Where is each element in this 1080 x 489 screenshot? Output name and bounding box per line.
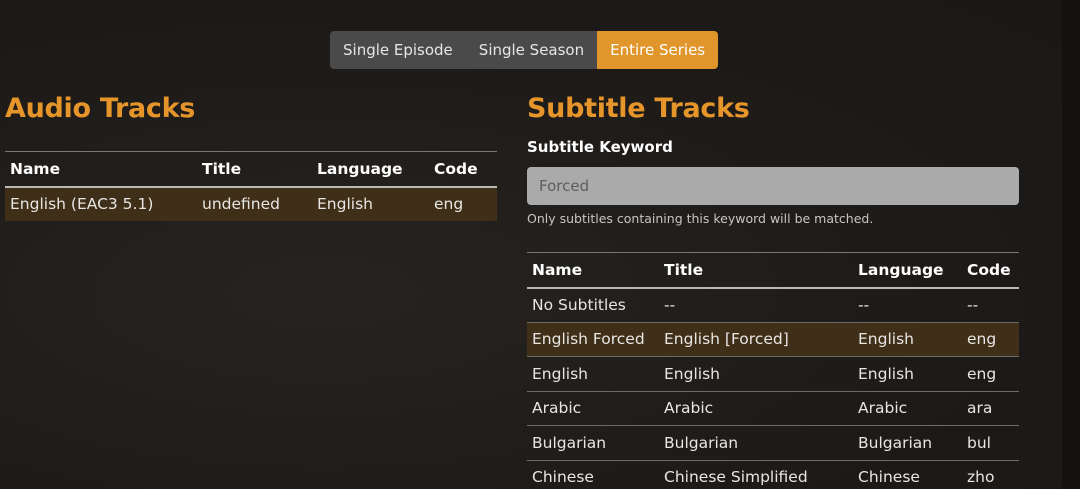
column-header-language: Language — [312, 151, 429, 188]
cell-language: English — [853, 322, 962, 357]
subtitle-keyword-input[interactable] — [527, 167, 1019, 205]
cell-title: -- — [659, 287, 853, 323]
cell-code: eng — [962, 322, 1019, 357]
column-header-code: Code — [962, 252, 1019, 289]
table-row[interactable]: No Subtitles -- -- -- — [527, 287, 1019, 323]
table-row[interactable]: English English English eng — [527, 356, 1019, 392]
cell-title: Chinese Simplified — [659, 460, 853, 489]
cell-name: English — [527, 356, 659, 392]
cell-language: English — [853, 356, 962, 392]
column-header-language: Language — [853, 252, 962, 289]
cell-language: English — [312, 186, 429, 221]
column-header-title: Title — [659, 252, 853, 289]
table-row[interactable]: Chinese Chinese Simplified Chinese zho — [527, 460, 1019, 489]
table-row[interactable]: English Forced English [Forced] English eng — [527, 322, 1019, 357]
cell-name: Bulgarian — [527, 425, 659, 461]
page-edge — [1062, 0, 1080, 489]
audio-tracks-heading: Audio Tracks — [5, 93, 196, 124]
cell-code: ara — [962, 391, 1019, 426]
cell-title: Bulgarian — [659, 425, 853, 461]
table-row[interactable]: Arabic Arabic Arabic ara — [527, 391, 1019, 426]
subtitle-keyword-help: Only subtitles containing this keyword w… — [527, 211, 874, 226]
subtitle-tracks-heading: Subtitle Tracks — [527, 93, 750, 124]
cell-title: Arabic — [659, 391, 853, 426]
cell-language: Bulgarian — [853, 425, 962, 461]
column-header-name: Name — [5, 151, 197, 188]
cell-title: undefined — [197, 186, 312, 221]
cell-name: English (EAC3 5.1) — [5, 186, 197, 221]
cell-name: Arabic — [527, 391, 659, 426]
cell-code: eng — [962, 356, 1019, 392]
single-episode-button[interactable]: Single Episode — [330, 31, 466, 69]
subtitle-keyword-label: Subtitle Keyword — [527, 138, 673, 156]
cell-language: -- — [853, 287, 962, 323]
column-header-name: Name — [527, 252, 659, 289]
cell-title: English — [659, 356, 853, 392]
column-header-code: Code — [429, 151, 497, 188]
table-header-row: Name Title Language Code — [527, 252, 1019, 289]
table-row[interactable]: English (EAC3 5.1) undefined English eng — [5, 186, 497, 221]
cell-language: Chinese — [853, 460, 962, 489]
cell-title: English [Forced] — [659, 322, 853, 357]
audio-tracks-table: Name Title Language Code English (EAC3 5… — [5, 151, 497, 221]
single-season-button[interactable]: Single Season — [465, 31, 598, 69]
cell-language: Arabic — [853, 391, 962, 426]
column-header-title: Title — [197, 151, 312, 188]
table-header-row: Name Title Language Code — [5, 151, 497, 188]
cell-name: English Forced — [527, 322, 659, 357]
cell-code: bul — [962, 425, 1019, 461]
scope-selector: Single Episode Single Season Entire Seri… — [330, 31, 719, 69]
table-row[interactable]: Bulgarian Bulgarian Bulgarian bul — [527, 425, 1019, 461]
cell-code: -- — [962, 287, 1019, 323]
entire-series-button[interactable]: Entire Series — [597, 31, 719, 69]
cell-code: eng — [429, 186, 497, 221]
subtitle-tracks-table: Name Title Language Code No Subtitles -- -… — [527, 252, 1019, 489]
cell-name: Chinese — [527, 460, 659, 489]
cell-code: zho — [962, 460, 1019, 489]
cell-name: No Subtitles — [527, 287, 659, 323]
